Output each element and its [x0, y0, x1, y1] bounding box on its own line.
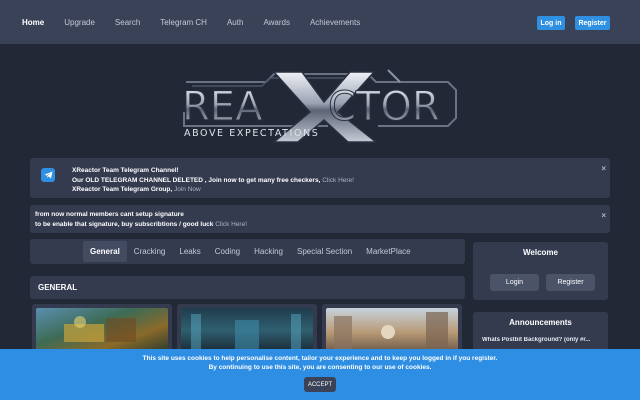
logo-text-left: REA — [182, 84, 263, 130]
sidebar-register-button[interactable]: Register — [546, 274, 595, 291]
telegram-channel-link[interactable]: Click Here! — [322, 177, 354, 184]
telegram-notice-text: Our OLD TELEGRAM CHANNEL DELETED , Join … — [72, 176, 321, 184]
accept-cookies-button[interactable]: ACCEPT — [304, 377, 336, 392]
forum-card[interactable] — [322, 304, 462, 352]
login-button[interactable]: Log in — [537, 16, 565, 30]
nav-achievements[interactable]: Achievements — [310, 18, 360, 27]
welcome-title: Welcome — [523, 248, 558, 257]
tab-general[interactable]: General — [83, 241, 127, 262]
close-icon[interactable]: × — [601, 164, 606, 174]
nav-home[interactable]: Home — [22, 18, 44, 27]
tab-special-section[interactable]: Special Section — [290, 241, 359, 262]
forum-thumbnail — [326, 308, 458, 352]
logo-graphic: REA CTOR ABOVE EXPECTATIONS — [182, 69, 457, 143]
forum-card[interactable] — [177, 304, 317, 352]
tab-cracking[interactable]: Cracking — [127, 241, 173, 262]
section-title: GENERAL — [30, 276, 465, 299]
forum-thumbnail — [181, 308, 313, 352]
nav-telegram-ch[interactable]: Telegram CH — [160, 18, 207, 27]
signature-notice: from now normal members cant setup signa… — [30, 205, 610, 233]
welcome-widget: Welcome Login Register — [473, 242, 608, 300]
tab-hacking[interactable]: Hacking — [247, 241, 290, 262]
telegram-notice-title: XReactor Team Telegram Channel! — [72, 167, 179, 174]
announcements-title: Announcements — [509, 318, 572, 327]
nav-auth[interactable]: Auth — [227, 18, 243, 27]
telegram-group-text: XReactor Team Telegram Group, — [72, 186, 173, 193]
sidebar-login-button[interactable]: Login — [490, 274, 539, 291]
nav-search[interactable]: Search — [115, 18, 140, 27]
forum-thumbnail — [36, 308, 168, 352]
telegram-notice: XReactor Team Telegram Channel! Our OLD … — [30, 158, 610, 198]
register-button[interactable]: Register — [575, 16, 610, 30]
announcement-link[interactable]: Whats Postbit Background? (only #r... — [482, 337, 602, 343]
signature-notice-text: to be enable that signature, buy subscri… — [35, 220, 214, 228]
signature-notice-title: from now normal members cant setup signa… — [35, 211, 184, 218]
close-icon[interactable]: × — [601, 211, 606, 221]
subscription-link[interactable]: Click Here! — [215, 221, 247, 228]
announcements-widget: Announcements Whats Postbit Background? … — [473, 312, 608, 352]
cookie-text-line2: By continuing to use this site, you are … — [208, 364, 432, 371]
tab-coding[interactable]: Coding — [208, 241, 247, 262]
logo-text-right: CTOR — [328, 84, 440, 130]
cookie-banner: This site uses cookies to help personali… — [0, 349, 640, 400]
telegram-icon — [41, 168, 55, 182]
tab-leaks[interactable]: Leaks — [172, 241, 207, 262]
forum-card[interactable] — [32, 304, 172, 352]
telegram-group-link[interactable]: Join Now — [174, 186, 201, 193]
category-tabs: General Cracking Leaks Coding Hacking Sp… — [30, 239, 465, 264]
cookie-text-line1: This site uses cookies to help personali… — [142, 355, 498, 362]
tab-marketplace[interactable]: MarketPlace — [359, 241, 417, 262]
logo-tagline: ABOVE EXPECTATIONS — [184, 128, 319, 139]
site-logo[interactable]: REA CTOR ABOVE EXPECTATIONS — [178, 68, 464, 144]
nav-awards[interactable]: Awards — [263, 18, 290, 27]
nav-upgrade[interactable]: Upgrade — [64, 18, 95, 27]
